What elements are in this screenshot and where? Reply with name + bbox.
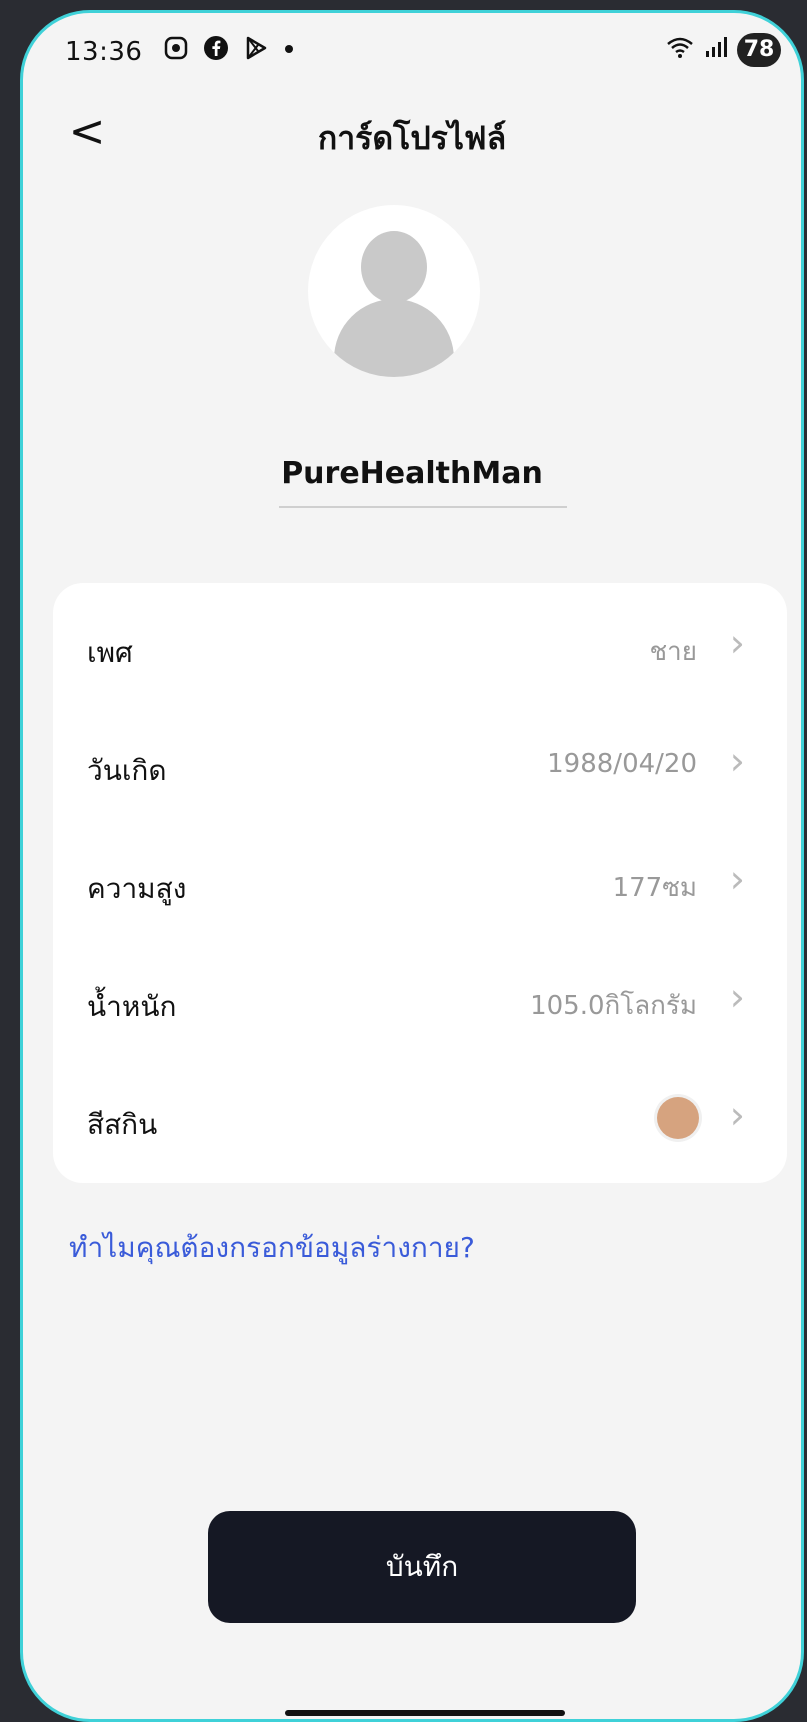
weight-label: น้ำหนัก [87,990,177,1023]
birthday-label: วันเกิด [87,754,167,787]
notification-icons [163,35,295,68]
height-label: ความสูง [87,872,187,905]
status-bar: 13:36 78 [23,13,801,83]
gender-label: เพศ [87,636,133,669]
status-time: 13:36 [65,37,143,67]
why-fill-body-data-link[interactable]: ทำไมคุณต้องกรอกข้อมูลร่างกาย? [69,1226,475,1270]
username-field[interactable]: PureHealthMan [23,456,801,491]
battery-icon: 78 [737,33,781,67]
play-store-icon [243,35,269,68]
weight-value: 105.0กิโลกรัม [530,991,697,1021]
chevron-right-icon: › [729,1093,745,1137]
chevron-right-icon: › [729,975,745,1019]
signal-icon [703,34,729,67]
height-row[interactable]: ความสูง 177ซม › [53,819,787,939]
profile-fields-card: เพศ ชาย › วันเกิด 1988/04/20 › ความสูง 1… [53,583,787,1183]
save-button[interactable]: บันทึก [208,1511,636,1623]
skin-color-label: สีสกิน [87,1108,158,1141]
chevron-right-icon: › [729,739,745,783]
chevron-right-icon: › [729,621,745,665]
avatar[interactable] [308,205,480,377]
weight-row[interactable]: น้ำหนัก 105.0กิโลกรัม › [53,937,787,1057]
skin-color-swatch [657,1097,699,1139]
home-indicator[interactable] [285,1710,565,1716]
wifi-icon [665,34,695,67]
chevron-right-icon: › [729,857,745,901]
avatar-body-icon [334,299,454,377]
status-right: 78 [665,33,781,67]
avatar-head-icon [361,231,427,303]
dot-icon [283,35,295,68]
birthday-value: 1988/04/20 [547,749,697,779]
screen-record-icon [163,35,189,68]
username-underline [279,506,567,508]
phone-screen: 13:36 78 < การ์ดโปรไฟล์ PureHealthMan เพ… [20,10,804,1722]
height-value: 177ซม [612,873,697,903]
facebook-icon [203,35,229,68]
skin-color-row[interactable]: สีสกิน › [53,1055,787,1175]
birthday-row[interactable]: วันเกิด 1988/04/20 › [53,701,787,821]
gender-row[interactable]: เพศ ชาย › [53,583,787,703]
page-title: การ์ดโปรไฟล์ [317,119,507,157]
gender-value: ชาย [649,637,697,667]
